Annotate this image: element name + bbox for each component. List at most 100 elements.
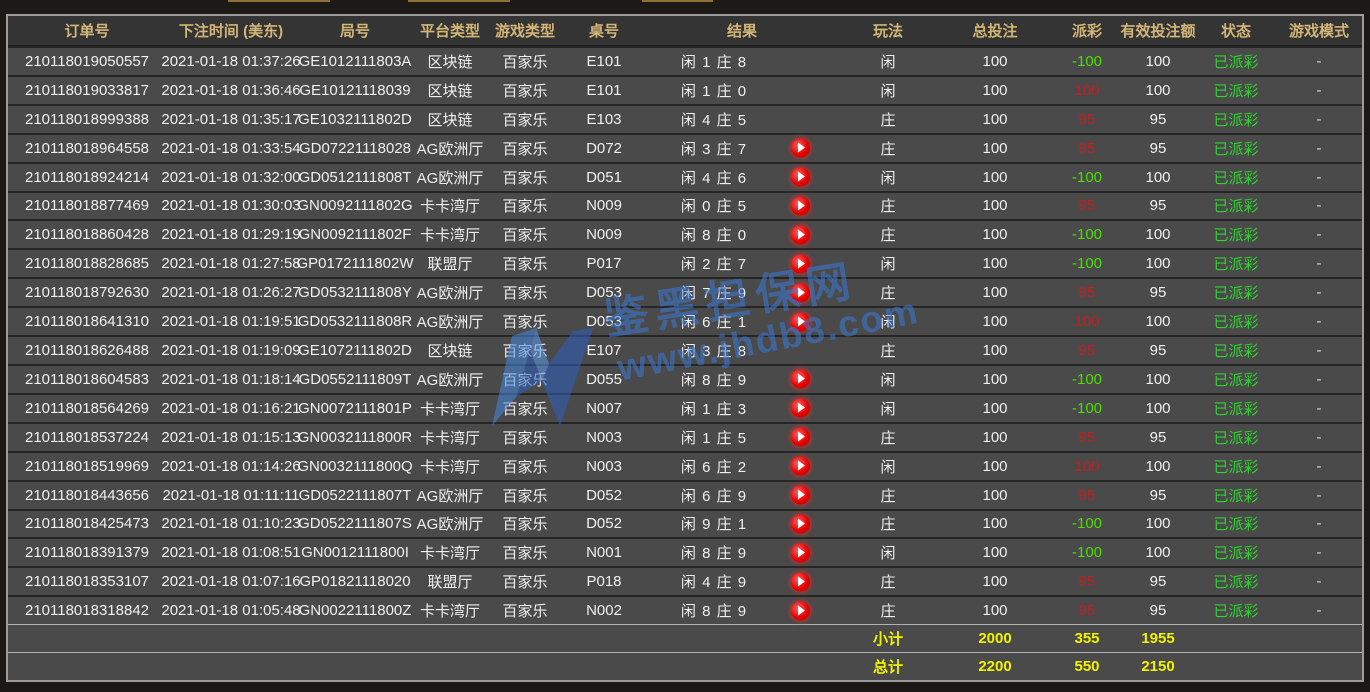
cell-table-number: D052 — [564, 511, 644, 538]
cell-game-mode: - — [1276, 511, 1362, 538]
cell-order-number: 210118019050557 — [8, 48, 166, 75]
cell-round-number: GE1032111802D — [296, 106, 414, 133]
subtotal-valid-bet: 1955 — [1120, 625, 1196, 652]
cell-table-number: D051 — [564, 164, 644, 191]
cell-game-type: 百家乐 — [486, 48, 564, 75]
cell-order-number: 210118018641310 — [8, 308, 166, 335]
col-header-result: 结果 — [644, 16, 840, 45]
cell-status: 已派彩 — [1196, 482, 1276, 509]
cell-result: 闲 3 庄 8 — [644, 337, 840, 364]
cell-round-number: GD0522111807S — [296, 511, 414, 538]
result-text: 闲 8 庄 0 — [681, 224, 747, 245]
cell-round-number: GN0092111802G — [296, 193, 414, 220]
cell-payout: -100 — [1054, 366, 1120, 393]
play-triangle-glyph — [798, 432, 805, 442]
table-row: 210118018877469 2021-01-18 01:30:03 GN00… — [8, 191, 1362, 220]
cell-valid-bet: 100 — [1120, 308, 1196, 335]
play-video-icon[interactable] — [791, 312, 810, 331]
cell-result: 闲 4 庄 5 — [644, 106, 840, 133]
result-text: 闲 8 庄 9 — [681, 600, 747, 621]
cell-bet-time: 2021-01-18 01:14:26 — [166, 453, 296, 480]
cell-platform: 联盟厅 — [414, 250, 486, 277]
cell-platform: 区块链 — [414, 48, 486, 75]
cell-result: 闲 8 庄 9 — [644, 597, 840, 624]
play-video-icon[interactable] — [791, 370, 810, 389]
play-video-icon[interactable] — [791, 399, 810, 418]
play-video-icon[interactable] — [791, 196, 810, 215]
cell-round-number: GN0032111800Q — [296, 453, 414, 480]
table-header-row: 订单号 下注时间 (美东) 局号 平台类型 游戏类型 桌号 结果 玩法 总投注 … — [8, 16, 1362, 46]
col-header-table-number: 桌号 — [564, 16, 644, 45]
result-text: 闲 8 庄 9 — [681, 369, 747, 390]
cell-platform: 区块链 — [414, 106, 486, 133]
table-row: 210118018626488 2021-01-18 01:19:09 GE10… — [8, 335, 1362, 364]
cell-status: 已派彩 — [1196, 48, 1276, 75]
table-row: 210118019033817 2021-01-18 01:36:46 GE10… — [8, 75, 1362, 104]
cell-bet-time: 2021-01-18 01:07:16 — [166, 568, 296, 595]
cell-result: 闲 8 庄 0 — [644, 221, 840, 248]
result-text: 闲 6 庄 9 — [681, 485, 747, 506]
cell-total-bet: 100 — [936, 568, 1054, 595]
cell-round-number: GD0522111807T — [296, 482, 414, 509]
cell-game-type: 百家乐 — [486, 135, 564, 162]
cell-valid-bet: 100 — [1120, 366, 1196, 393]
cell-game-type: 百家乐 — [486, 193, 564, 220]
cell-platform: 区块链 — [414, 337, 486, 364]
play-video-icon[interactable] — [791, 601, 810, 620]
cell-valid-bet: 100 — [1120, 453, 1196, 480]
play-video-icon[interactable] — [791, 168, 810, 187]
play-triangle-glyph — [798, 374, 805, 384]
cell-bet-time: 2021-01-18 01:29:19 — [166, 221, 296, 248]
cell-payout: -100 — [1054, 250, 1120, 277]
cell-valid-bet: 95 — [1120, 193, 1196, 220]
play-video-icon[interactable] — [791, 283, 810, 302]
cell-order-number: 210118018443656 — [8, 482, 166, 509]
cell-result: 闲 6 庄 1 — [644, 308, 840, 335]
result-text: 闲 1 庄 3 — [681, 398, 747, 419]
play-video-icon[interactable] — [791, 139, 810, 158]
table-row: 210118018391379 2021-01-18 01:08:51 GN00… — [8, 537, 1362, 566]
cell-play-type: 庄 — [840, 424, 936, 451]
cell-status: 已派彩 — [1196, 511, 1276, 538]
cell-order-number: 210118018353107 — [8, 568, 166, 595]
cell-game-mode: - — [1276, 539, 1362, 566]
table-row: 210118018924214 2021-01-18 01:32:00 GD05… — [8, 162, 1362, 191]
cell-round-number: GE1012111803A — [296, 48, 414, 75]
cell-valid-bet: 95 — [1120, 106, 1196, 133]
cell-status: 已派彩 — [1196, 221, 1276, 248]
cell-game-mode: - — [1276, 193, 1362, 220]
cell-platform: 卡卡湾厅 — [414, 453, 486, 480]
cell-total-bet: 100 — [936, 221, 1054, 248]
play-video-icon[interactable] — [791, 486, 810, 505]
play-video-icon[interactable] — [791, 457, 810, 476]
cell-result: 闲 6 庄 2 — [644, 453, 840, 480]
result-text: 闲 1 庄 5 — [681, 427, 747, 448]
cell-table-number: N001 — [564, 539, 644, 566]
cell-round-number: GD0512111808T — [296, 164, 414, 191]
cell-total-bet: 100 — [936, 511, 1054, 538]
cell-result: 闲 0 庄 5 — [644, 193, 840, 220]
cell-order-number: 210118018877469 — [8, 193, 166, 220]
cell-total-bet: 100 — [936, 337, 1054, 364]
play-video-icon[interactable] — [791, 254, 810, 273]
cell-order-number: 210118018604583 — [8, 366, 166, 393]
play-video-icon[interactable] — [791, 428, 810, 447]
cell-total-bet: 100 — [936, 366, 1054, 393]
play-triangle-glyph — [798, 576, 805, 586]
cell-round-number: GP0172111802W — [296, 250, 414, 277]
cell-game-mode: - — [1276, 308, 1362, 335]
play-video-icon[interactable] — [791, 543, 810, 562]
play-video-icon[interactable] — [791, 514, 810, 533]
table-row: 210118018318842 2021-01-18 01:05:48 GN00… — [8, 595, 1362, 624]
cell-round-number: GE10121118039 — [296, 77, 414, 104]
cell-total-bet: 100 — [936, 395, 1054, 422]
play-video-icon[interactable] — [791, 572, 810, 591]
cell-valid-bet: 95 — [1120, 337, 1196, 364]
cell-platform: 卡卡湾厅 — [414, 539, 486, 566]
cell-status: 已派彩 — [1196, 395, 1276, 422]
cell-total-bet: 100 — [936, 106, 1054, 133]
result-text: 闲 0 庄 5 — [681, 195, 747, 216]
play-video-icon[interactable] — [791, 225, 810, 244]
cell-status: 已派彩 — [1196, 424, 1276, 451]
cell-order-number: 210118018318842 — [8, 597, 166, 624]
